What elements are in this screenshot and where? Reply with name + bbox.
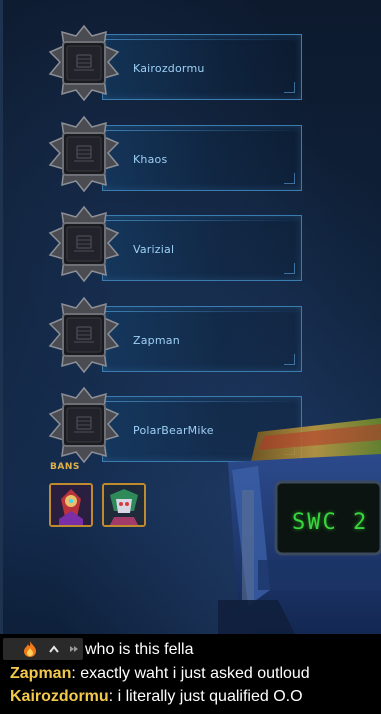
banned-hero-portrait-icon[interactable]: [49, 483, 93, 527]
left-edge-bar: [0, 0, 3, 714]
player-name: Zapman: [133, 334, 180, 347]
chat-separator: :: [71, 665, 81, 682]
empty-hero-portrait-icon: [46, 24, 122, 102]
player-slot[interactable]: Khaos: [46, 115, 304, 193]
player-name: Khaos: [133, 153, 168, 166]
player-slot-frame: [102, 215, 302, 281]
arena-screen-text: SWC 2: [292, 510, 369, 535]
player-name: Varizial: [133, 243, 175, 256]
bans-label: BANS: [50, 462, 80, 472]
empty-hero-portrait-icon: [46, 115, 122, 193]
chat-message: Kairozdormu: i literally just qualified …: [10, 687, 303, 707]
chat-separator: :: [108, 688, 118, 705]
fast-forward-icon[interactable]: [67, 638, 81, 660]
chat-panel: who is this fella Zapman: exactly waht i…: [0, 634, 381, 714]
player-slot-frame: [102, 306, 302, 372]
player-name: PolarBearMike: [133, 424, 214, 437]
banned-hero-portrait-icon[interactable]: [102, 483, 146, 527]
player-name: Kairozdormu: [133, 62, 205, 75]
fire-icon[interactable]: [19, 638, 41, 660]
player-slot[interactable]: Varizial: [46, 205, 304, 283]
player-slot[interactable]: Zapman: [46, 296, 304, 374]
empty-hero-portrait-icon: [46, 386, 122, 464]
player-slot[interactable]: Kairozdormu: [46, 24, 304, 102]
chat-username[interactable]: Zapman: [10, 665, 71, 682]
chat-message-text: i literally just qualified O.O: [117, 688, 303, 705]
chevron-up-icon[interactable]: [45, 638, 63, 660]
chat-controls: [3, 638, 83, 660]
chat-username[interactable]: Kairozdormu: [10, 688, 109, 705]
chat-message: who is this fella: [85, 640, 194, 660]
draft-screen: Kairozdormu Khaos Varizial Zapman PolarB…: [0, 0, 381, 714]
chat-message-text: who is this fella: [85, 641, 194, 658]
chat-message: Zapman: exactly waht i just asked outlou…: [10, 664, 310, 684]
chat-message-text: exactly waht i just asked outloud: [80, 665, 310, 682]
empty-hero-portrait-icon: [46, 296, 122, 374]
player-slot-frame: [102, 125, 302, 191]
empty-hero-portrait-icon: [46, 205, 122, 283]
